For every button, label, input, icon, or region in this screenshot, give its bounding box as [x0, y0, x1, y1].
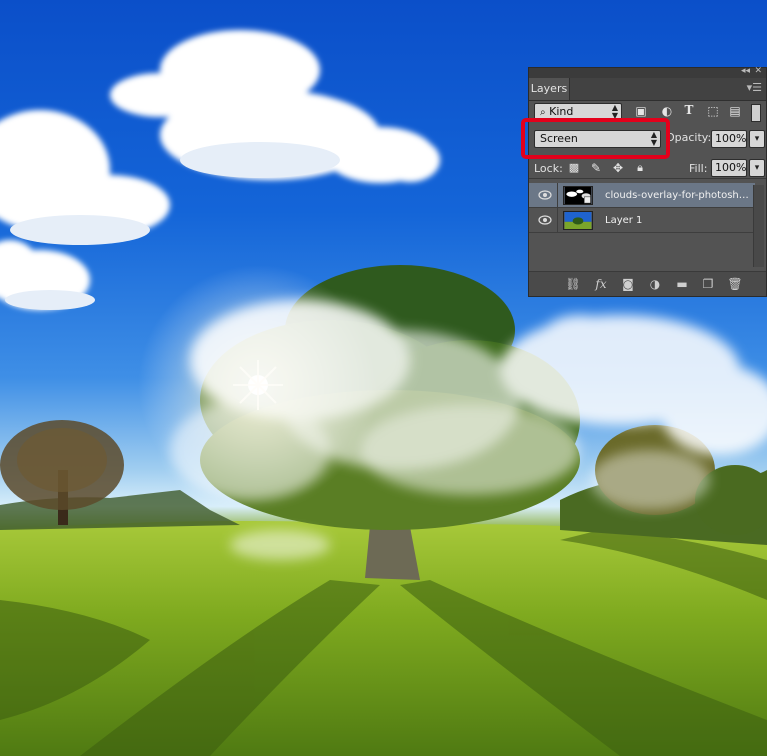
layer-row-layer-1[interactable]: Layer 1 [529, 208, 755, 233]
visibility-eye-icon[interactable] [538, 189, 552, 201]
blend-mode-highlight-box [521, 118, 670, 159]
tab-layers[interactable]: Layers [529, 78, 570, 100]
fill-label: Fill: [689, 162, 708, 175]
layer-name: Layer 1 [605, 215, 643, 226]
row-separator [557, 183, 558, 208]
layer-thumbnail-photo [563, 211, 593, 230]
lock-row: Lock: ▩ ✎ ✥ 🔒︎ Fill: 100% ▾ [529, 158, 766, 179]
opacity-label: Opacity: [666, 131, 712, 144]
collapse-panel-icon[interactable]: ◂◂ [741, 66, 750, 76]
layer-row-clouds-overlay[interactable]: clouds-overlay-for-photosho... [529, 183, 755, 208]
new-layer-icon[interactable]: ❐ [700, 277, 716, 291]
adjustment-icon[interactable]: ◑ [647, 277, 663, 291]
layer-name: clouds-overlay-for-photosho... [605, 190, 753, 201]
row-separator [557, 208, 558, 233]
lock-label: Lock: [534, 162, 563, 175]
panel-footer: ⛓ fx ◙ ◑ ▬ ❐ 🗑︎ [529, 271, 766, 296]
opacity-input[interactable]: 100% [711, 130, 747, 148]
layer-thumbnail-clouds [563, 186, 593, 205]
layers-panel: ◂◂ ✕ Layers ▾☰ ⌕ Kind ▲ ▼ ▣ ◐ T ⬚ ▤ Scree… [528, 66, 767, 297]
lock-all-icon[interactable]: 🔒︎ [632, 161, 648, 175]
lock-image-brush-icon[interactable]: ✎ [588, 161, 604, 175]
panel-title-strip: ◂◂ ✕ [529, 66, 766, 78]
lock-position-move-icon[interactable]: ✥ [610, 161, 626, 175]
type-filter-icon[interactable]: T [681, 103, 697, 117]
folder-icon[interactable]: ▬ [674, 277, 690, 291]
shape-filter-icon[interactable]: ⬚ [705, 104, 721, 118]
layers-scrollbar[interactable] [753, 185, 764, 267]
fx-icon[interactable]: fx [593, 277, 609, 291]
pixel-filter-icon[interactable]: ▣ [633, 104, 649, 118]
opacity-dropdown-button[interactable]: ▾ [749, 130, 765, 148]
lock-transparent-icon[interactable]: ▩ [566, 161, 582, 175]
fill-dropdown-button[interactable]: ▾ [749, 159, 765, 177]
mask-icon[interactable]: ◙ [620, 277, 636, 291]
smart-object-filter-icon[interactable]: ▤ [727, 104, 743, 118]
search-icon: ⌕ [540, 107, 546, 118]
fill-input[interactable]: 100% [711, 159, 747, 177]
link-icon[interactable]: ⛓ [565, 277, 581, 291]
trash-icon[interactable]: 🗑︎ [727, 277, 743, 291]
filter-toggle[interactable] [751, 104, 761, 122]
panel-menu-icon[interactable]: ▾☰ [747, 81, 762, 94]
filter-kind-value: Kind [549, 105, 574, 118]
adjustment-filter-icon[interactable]: ◐ [659, 104, 675, 118]
panel-tab-bar: Layers ▾☰ [529, 78, 766, 101]
visibility-eye-icon[interactable] [538, 214, 552, 226]
panel-close-icon[interactable]: ✕ [754, 66, 762, 76]
